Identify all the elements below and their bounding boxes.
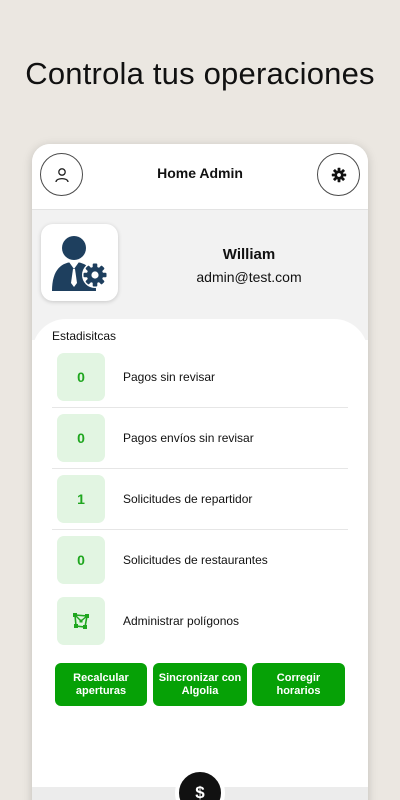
action-buttons: Recalcular aperturas Sincronizar con Alg… <box>55 663 345 707</box>
stat-row-poligonos[interactable]: Administrar polígonos <box>52 591 348 652</box>
sincronizar-algolia-button[interactable]: Sincronizar con Algolia <box>153 663 247 706</box>
app-bar: Home Admin <box>32 144 368 210</box>
stat-row-restaurantes[interactable]: 0 Solicitudes de restaurantes <box>52 530 348 591</box>
user-email: admin@test.com <box>196 269 302 285</box>
stat-row-pagos[interactable]: 0 Pagos sin revisar <box>52 347 348 408</box>
stat-label: Pagos sin revisar <box>123 370 216 384</box>
gear-icon <box>331 167 346 182</box>
polygon-icon <box>73 613 89 629</box>
stat-row-pagos-envios[interactable]: 0 Pagos envíos sin revisar <box>52 408 348 469</box>
app-screen: Home Admin William admin@test.com Estadi… <box>32 144 368 800</box>
stats-card: Estadisitcas 0 Pagos sin revisar 0 Pagos… <box>32 319 368 800</box>
stat-row-repartidor[interactable]: 1 Solicitudes de repartidor <box>52 469 348 530</box>
stat-label: Pagos envíos sin revisar <box>123 431 254 445</box>
stat-label: Administrar polígonos <box>123 614 240 628</box>
settings-button[interactable] <box>317 153 360 196</box>
stat-value: 1 <box>57 475 105 523</box>
corregir-horarios-button[interactable]: Corregir horarios <box>252 663 345 706</box>
stat-icon-box <box>57 597 105 645</box>
stat-label: Solicitudes de repartidor <box>123 492 253 506</box>
stat-value: 0 <box>57 536 105 584</box>
stat-value: 0 <box>57 414 105 462</box>
admin-settings-icon <box>51 235 108 291</box>
section-title: Estadisitcas <box>52 329 117 343</box>
user-name: William <box>222 246 276 263</box>
stat-label: Solicitudes de restaurantes <box>123 553 268 567</box>
recalcular-aperturas-button[interactable]: Recalcular aperturas <box>55 663 147 706</box>
stat-value: 0 <box>57 353 105 401</box>
avatar <box>41 224 118 301</box>
headline: Controla tus operaciones <box>25 56 375 91</box>
